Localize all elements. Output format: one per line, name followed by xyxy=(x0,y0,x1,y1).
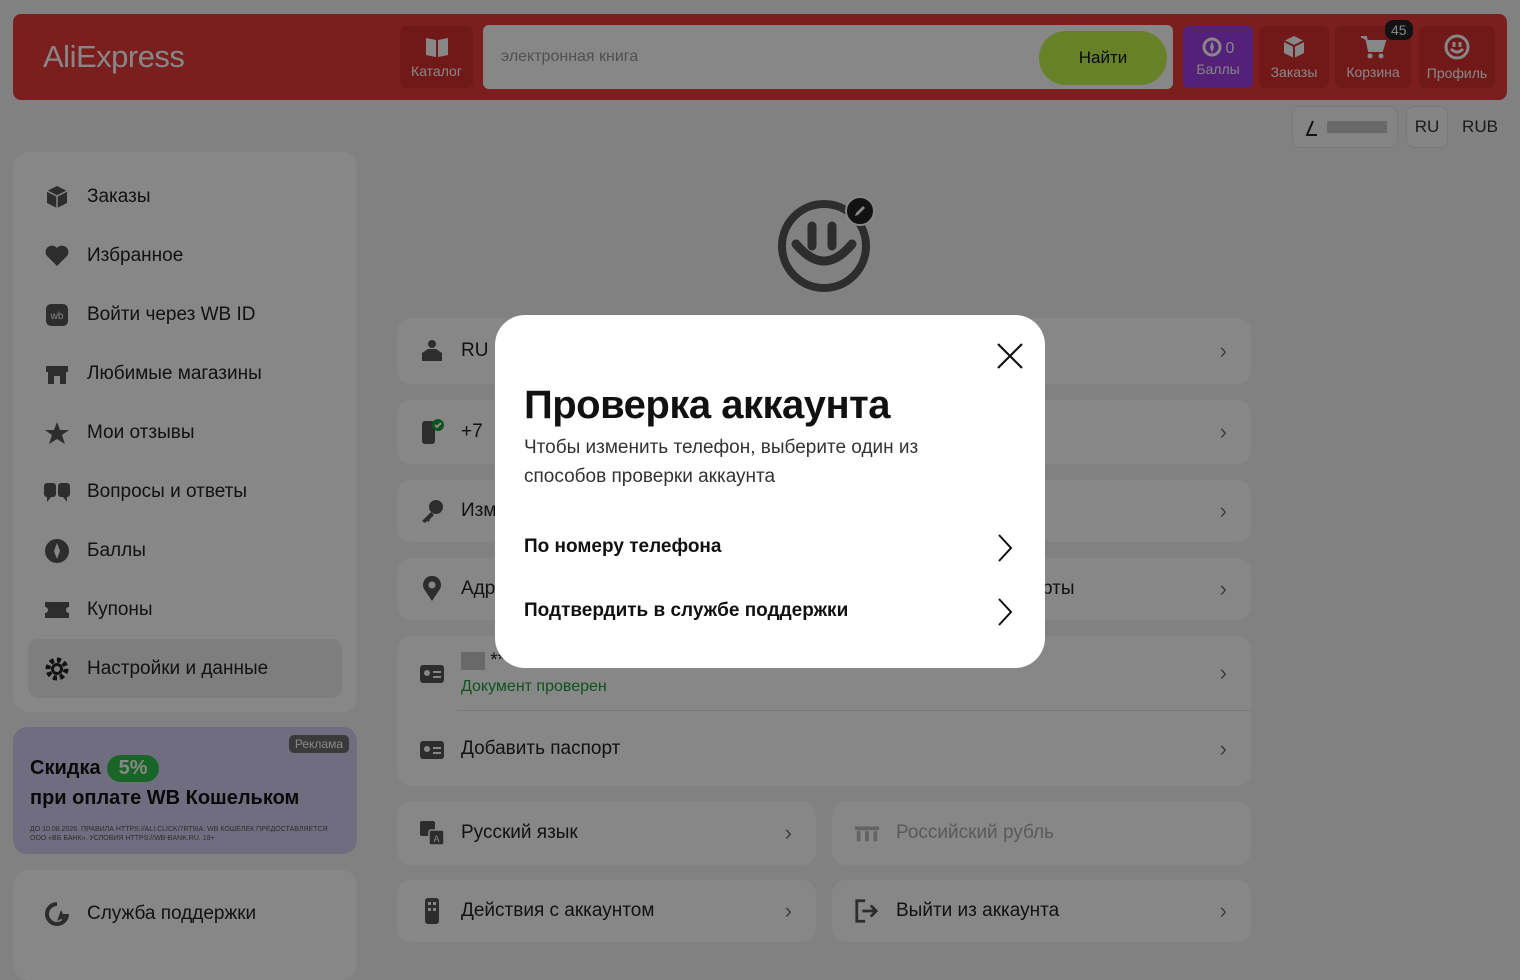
account-verification-modal: Проверка аккаунта Чтобы изменить телефон… xyxy=(495,315,1045,668)
verify-by-phone-option[interactable]: По номеру телефона xyxy=(524,525,1014,569)
chevron-right-icon xyxy=(998,598,1013,626)
close-icon xyxy=(997,343,1023,369)
chevron-right-icon xyxy=(998,534,1013,562)
option-label: Подтвердить в службе поддержки xyxy=(524,600,849,621)
close-button[interactable] xyxy=(987,333,1033,379)
modal-title: Проверка аккаунта xyxy=(524,383,891,427)
option-label: По номеру телефона xyxy=(524,536,722,557)
verify-via-support-option[interactable]: Подтвердить в службе поддержки xyxy=(524,589,1014,633)
modal-description: Чтобы изменить телефон, выберите один из… xyxy=(524,437,919,487)
